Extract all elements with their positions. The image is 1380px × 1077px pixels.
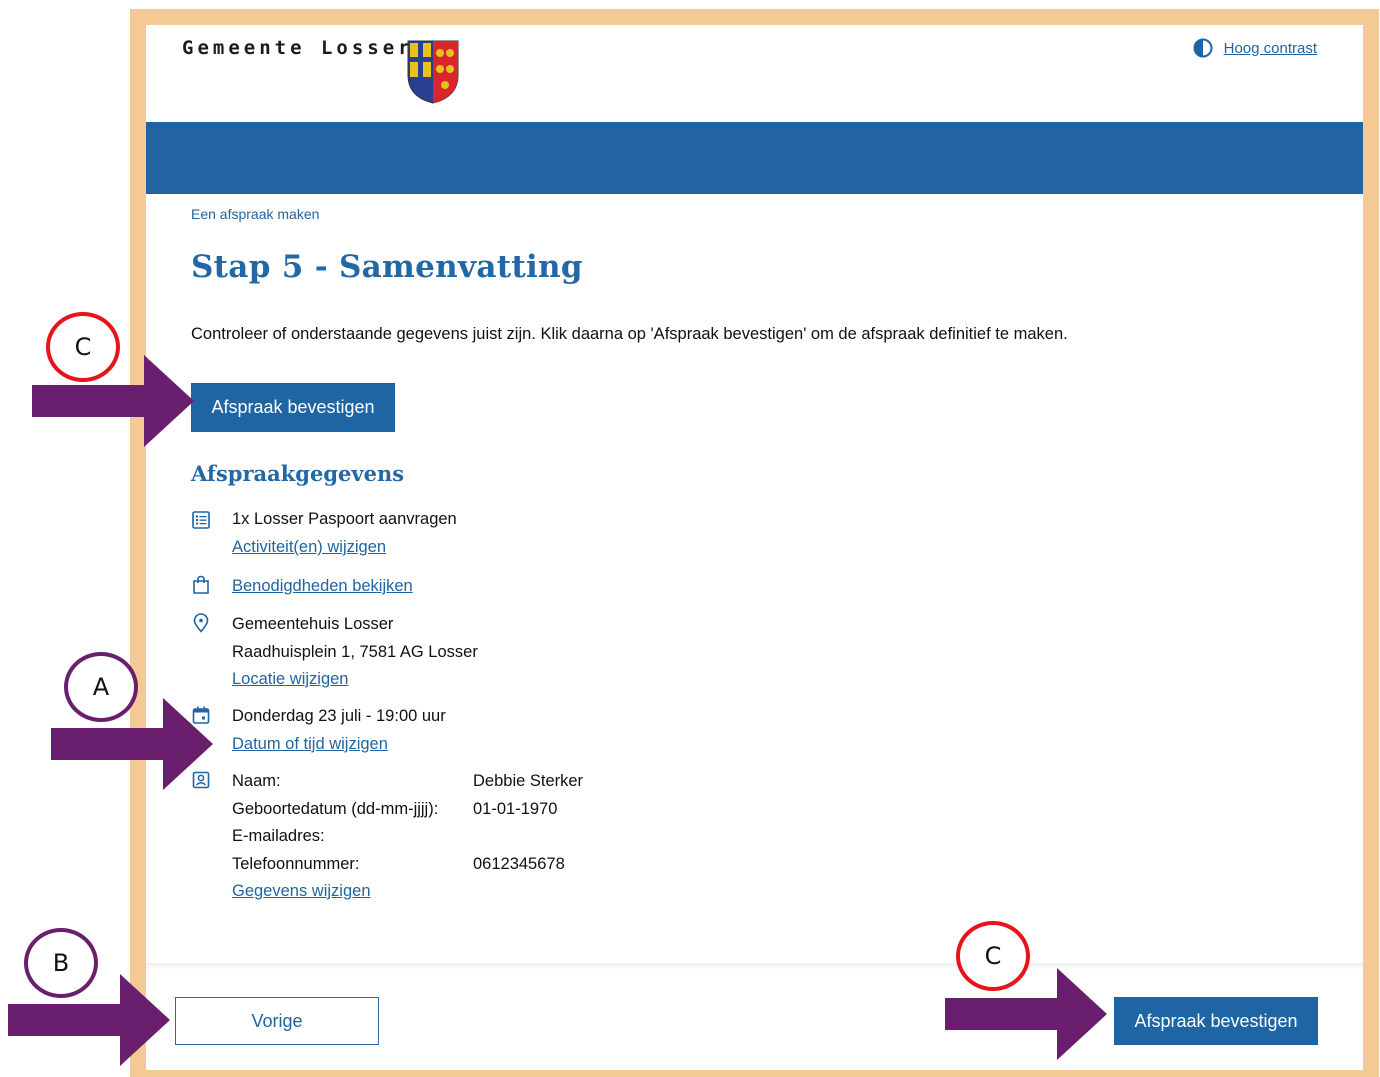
- change-activity-link[interactable]: Activiteit(en) wijzigen: [232, 538, 386, 557]
- page: Gemeente Losser Hoog contrast Een afspra…: [146, 25, 1363, 1070]
- change-location-link[interactable]: Locatie wijzigen: [232, 670, 348, 689]
- brand-name: Gemeente Losser: [182, 37, 414, 59]
- high-contrast-link[interactable]: Hoog contrast: [1224, 40, 1317, 57]
- shopping-bag-icon: [193, 575, 209, 594]
- confirm-appointment-button-bottom[interactable]: Afspraak bevestigen: [1114, 997, 1318, 1045]
- location-name: Gemeentehuis Losser: [232, 615, 394, 633]
- header-bar: [146, 122, 1363, 194]
- dob-label: Geboortedatum (dd-mm-jjjj):: [232, 800, 439, 818]
- phone-label: Telefoonnummer:: [232, 855, 360, 873]
- annotation-badge-c-top: C: [46, 312, 120, 382]
- list-icon: [192, 511, 210, 529]
- high-contrast-toggle[interactable]: Hoog contrast: [1193, 38, 1317, 58]
- change-details-link[interactable]: Gegevens wijzigen: [232, 882, 371, 901]
- annotation-badge-a: A: [64, 652, 138, 722]
- confirm-appointment-button-top[interactable]: Afspraak bevestigen: [191, 383, 395, 432]
- email-label: E-mailadres:: [232, 827, 325, 845]
- change-datetime-link[interactable]: Datum of tijd wijzigen: [232, 735, 388, 754]
- name-label: Naam:: [232, 772, 281, 790]
- phone-value: 0612345678: [473, 855, 565, 873]
- activity-text: 1x Losser Paspoort aanvragen: [232, 510, 457, 528]
- dob-value: 01-01-1970: [473, 800, 558, 818]
- annotation-badge-b: B: [24, 928, 98, 998]
- location-pin-icon: [193, 613, 209, 633]
- name-value: Debbie Sterker: [473, 772, 584, 790]
- page-title: Stap 5 - Samenvatting: [191, 249, 583, 285]
- footer-divider: [146, 963, 1363, 969]
- view-requirements-link[interactable]: Benodigdheden bekijken: [232, 577, 413, 596]
- contrast-icon: [1193, 38, 1213, 58]
- intro-text: Controleer of onderstaande gegevens juis…: [191, 325, 1068, 343]
- annotation-badge-c-bottom: C: [956, 921, 1030, 991]
- breadcrumb[interactable]: Een afspraak maken: [191, 206, 319, 222]
- datetime-text: Donderdag 23 juli - 19:00 uur: [232, 707, 446, 725]
- location-address: Raadhuisplein 1, 7581 AG Losser: [232, 643, 478, 661]
- municipality-crest-icon[interactable]: [406, 39, 460, 105]
- previous-button[interactable]: Vorige: [175, 997, 379, 1045]
- section-title: Afspraakgegevens: [191, 461, 405, 486]
- arrow-b-icon: [8, 974, 170, 1066]
